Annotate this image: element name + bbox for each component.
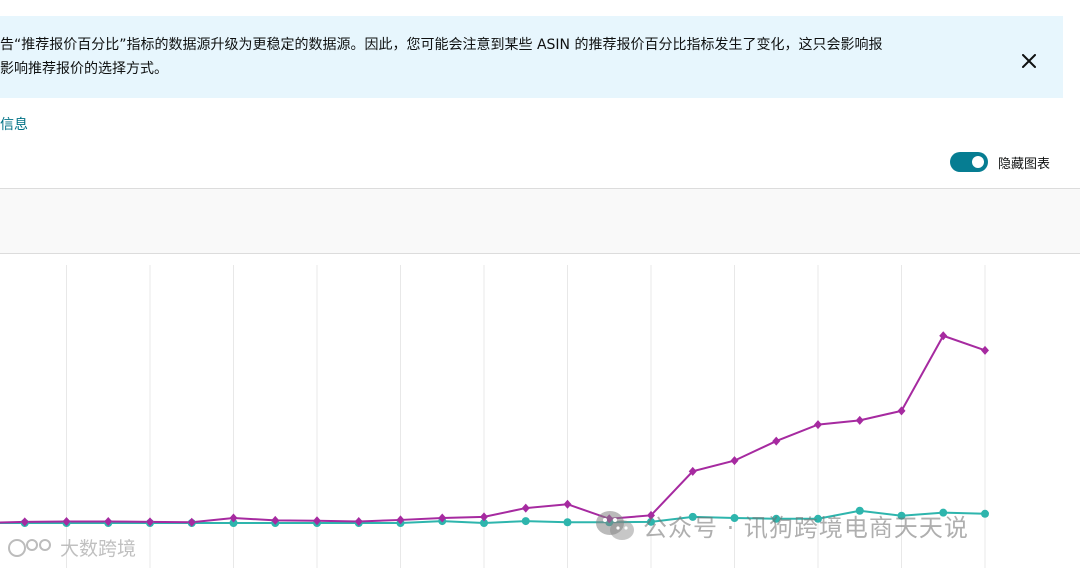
toggle-knob [972, 156, 984, 168]
hide-chart-toggle[interactable] [950, 152, 988, 172]
data-point[interactable] [730, 456, 739, 466]
wechat-icon [596, 510, 634, 540]
watermark-bottom-text: 大数跨境 [60, 538, 137, 560]
more-info-link[interactable]: 信息 [0, 114, 28, 134]
hide-chart-label: 隐藏图表 [998, 156, 1051, 172]
watermark-text: 公众号 · 讯狗跨境电商天天说 [643, 514, 969, 542]
data-point[interactable] [855, 415, 864, 425]
watermark: 公众号 · 讯狗跨境电商天天说 [595, 508, 969, 543]
logo-icon [8, 538, 51, 557]
close-icon [1022, 54, 1036, 68]
banner-close-button[interactable] [1016, 48, 1042, 74]
data-point[interactable] [772, 436, 781, 446]
chart-panel-header [0, 188, 1080, 254]
banner-message: 告“推荐报价百分比”指标的数据源升级为更稳定的数据源。因此，您可能会注意到某些 … [0, 33, 1000, 81]
data-point[interactable] [981, 345, 989, 355]
banner-line-1: 告“推荐报价百分比”指标的数据源升级为更稳定的数据源。因此，您可能会注意到某些 … [0, 37, 883, 53]
hide-chart-control: 隐藏图表 [950, 152, 1050, 172]
data-point[interactable] [981, 509, 989, 518]
notification-banner: 告“推荐报价百分比”指标的数据源升级为更稳定的数据源。因此，您可能会注意到某些 … [0, 16, 1063, 98]
data-point[interactable] [521, 503, 530, 513]
series-line-1 [0, 334, 986, 524]
data-point[interactable] [563, 499, 572, 509]
watermark-bottom: 大数跨境 [8, 534, 136, 561]
data-point[interactable] [480, 512, 488, 522]
banner-line-2: 影响推荐报价的选择方式。 [0, 61, 168, 77]
chart-points [20, 331, 989, 527]
chart-lines [0, 334, 986, 525]
data-point[interactable] [521, 517, 530, 526]
data-point[interactable] [814, 420, 822, 430]
data-point[interactable] [563, 518, 572, 527]
